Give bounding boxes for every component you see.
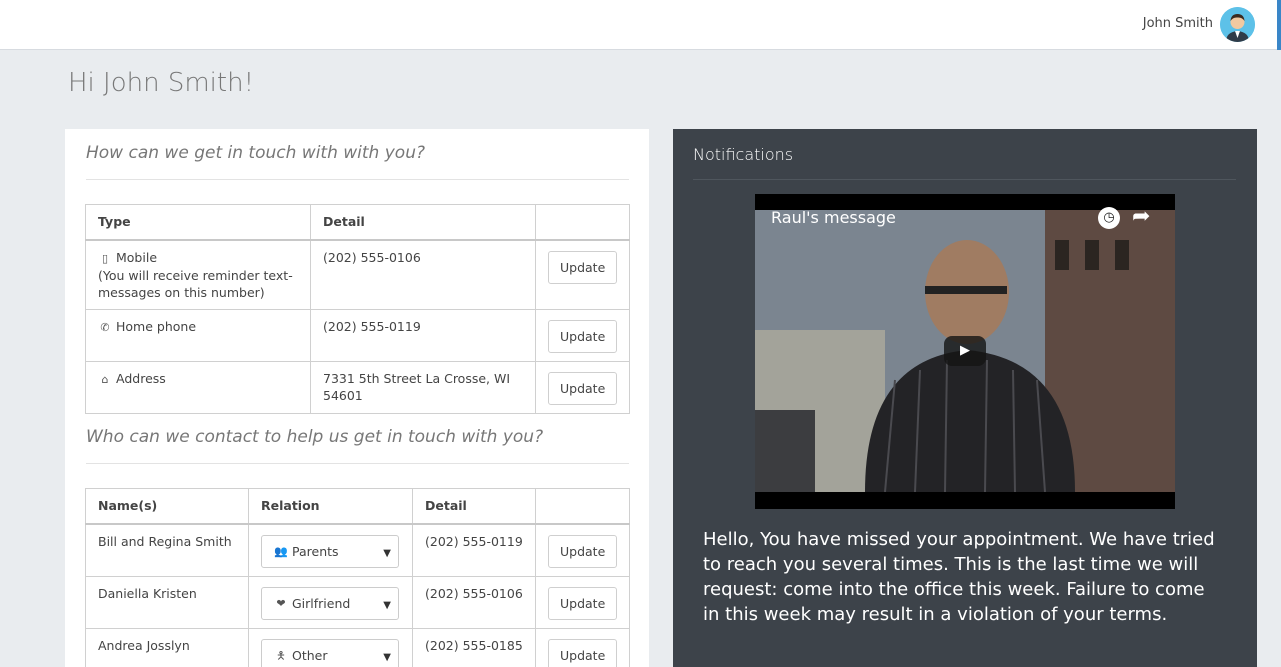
detail-cell: 7331 5th Street La Crosse, WI 54601 [310,360,536,414]
name-cell: Bill and Regina Smith [85,523,249,577]
scrollbar-edge [1277,0,1281,50]
person-icon: 🯅 [276,648,286,662]
relation-value: Parents [292,543,339,559]
relation-select[interactable]: ❤ Girlfriend ▼ [261,586,399,620]
contact-methods-table: Type Detail ▯ Mobile (You will receive re… [85,204,631,414]
detail-cell: (202) 555-0119 [412,523,536,577]
video-player[interactable]: Raul's message ◷ ➦ ▶ [755,194,1175,509]
table-row: Daniella Kristen ❤ Girlfriend ▼ (202) 55… [85,575,631,629]
update-button[interactable]: Update [548,638,618,667]
type-cell: ⌂ Address [85,360,311,414]
name-cell: Andrea Josslyn [85,627,249,667]
column-header-action [534,488,631,525]
column-header-action [534,204,631,241]
action-cell: Update [534,360,631,414]
update-button[interactable]: Update [548,586,618,620]
top-navbar: John Smith [0,0,1281,50]
table-row: Bill and Regina Smith 👥 Parents ▼ (202) … [85,523,631,577]
page-greeting: Hi John Smith! [68,68,254,98]
divider [86,463,629,464]
table-row: Andrea Josslyn 🯅 Other ▼ (202) 555-0185 … [85,627,631,667]
notification-message: Hello, You have missed your appointment.… [703,529,1215,625]
contact-panel: How can we get in touch with with you? T… [65,129,649,667]
helper-contacts-table: Name(s) Relation Detail Bill and Regina … [85,488,631,667]
relation-value: Girlfriend [292,595,351,611]
type-cell: ▯ Mobile (You will receive reminder text-… [85,239,311,310]
notifications-panel: Notifications Raul's message ◷ ➦ ▶ Hello… [673,129,1257,667]
update-button[interactable]: Update [548,319,618,353]
phone-icon: ✆ [100,320,110,334]
action-cell: Update [534,575,631,629]
update-button[interactable]: Update [548,371,618,405]
notifications-title: Notifications [693,145,794,164]
action-cell: Update [534,523,631,577]
name-cell: Daniella Kristen [85,575,249,629]
relation-cell: ❤ Girlfriend ▼ [248,575,413,629]
mobile-phone-icon: ▯ [101,251,109,265]
helpers-section-title: Who can we contact to help us get in tou… [86,427,544,447]
play-icon[interactable]: ▶ [944,336,986,366]
detail-cell: (202) 555-0119 [310,308,536,362]
update-button[interactable]: Update [548,534,618,568]
group-icon: 👥 [274,544,288,558]
relation-value: Other [292,647,328,663]
relation-cell: 👥 Parents ▼ [248,523,413,577]
clock-icon[interactable]: ◷ [1098,207,1120,229]
relation-select[interactable]: 👥 Parents ▼ [261,534,399,568]
detail-cell: (202) 555-0106 [412,575,536,629]
update-button[interactable]: Update [548,250,618,284]
type-cell: ✆ Home phone [85,308,311,362]
detail-cell: (202) 555-0106 [310,239,536,310]
action-cell: Update [534,627,631,667]
dropdown-arrow-icon: ▼ [383,651,391,663]
user-name[interactable]: John Smith [1143,16,1213,31]
column-header-names: Name(s) [85,488,249,525]
dropdown-arrow-icon: ▼ [383,547,391,559]
table-header-row: Type Detail [85,204,631,241]
type-label: Address [116,370,166,386]
video-title: Raul's message [771,208,896,227]
relation-select[interactable]: 🯅 Other ▼ [261,638,399,667]
type-label: Mobile [116,249,158,265]
heart-icon: ❤ [276,596,286,610]
type-label: Home phone [116,318,197,334]
detail-cell: (202) 555-0185 [412,627,536,667]
type-note: (You will receive reminder text-messages… [98,267,293,300]
table-row: ▯ Mobile (You will receive reminder text-… [85,239,631,310]
column-header-detail: Detail [412,488,536,525]
action-cell: Update [534,308,631,362]
home-icon: ⌂ [101,372,109,386]
column-header-relation: Relation [248,488,413,525]
table-row: ⌂ Address 7331 5th Street La Crosse, WI 5… [85,360,631,414]
relation-cell: 🯅 Other ▼ [248,627,413,667]
table-header-row: Name(s) Relation Detail [85,488,631,525]
contact-section-title: How can we get in touch with with you? [86,143,425,163]
share-icon[interactable]: ➦ [1132,204,1150,229]
divider [86,179,629,180]
column-header-type: Type [85,204,311,241]
user-avatar-icon[interactable] [1220,7,1255,42]
action-cell: Update [534,239,631,310]
table-row: ✆ Home phone (202) 555-0119 Update [85,308,631,362]
divider [693,179,1236,180]
dropdown-arrow-icon: ▼ [383,599,391,611]
column-header-detail: Detail [310,204,536,241]
